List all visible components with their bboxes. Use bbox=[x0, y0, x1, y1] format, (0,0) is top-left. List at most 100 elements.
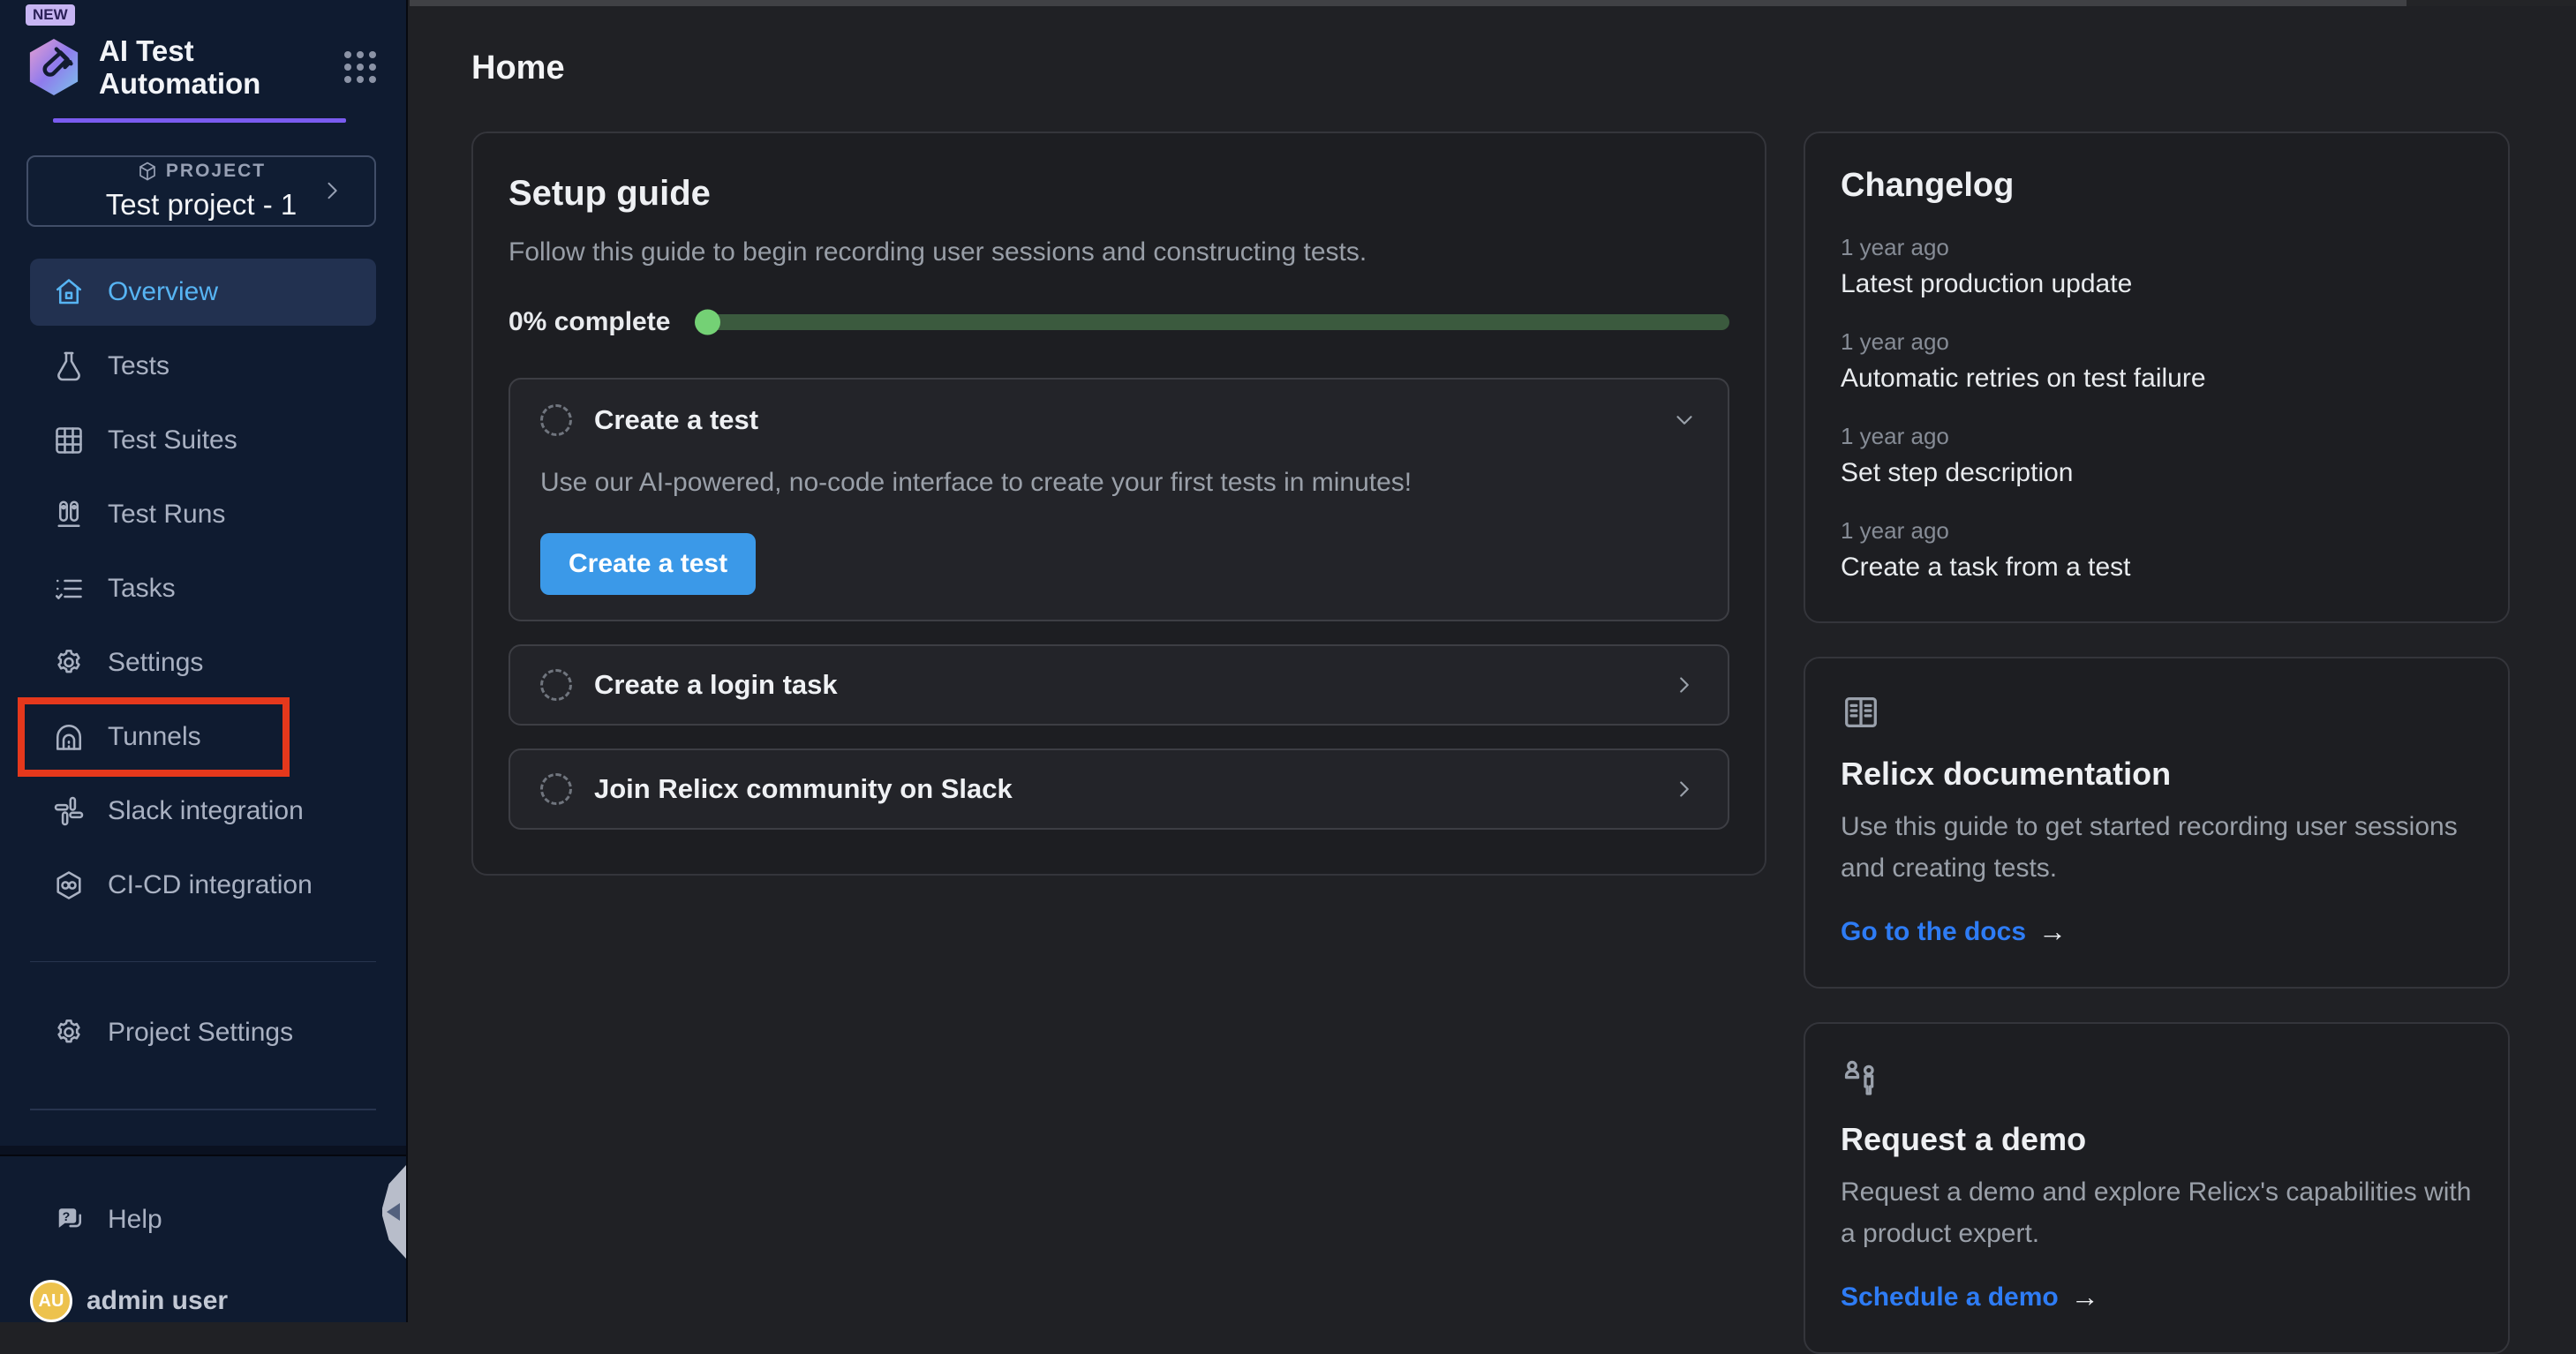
arrow-right-icon: → bbox=[2038, 915, 2067, 948]
checklist-icon bbox=[53, 573, 85, 605]
gear-icon bbox=[53, 647, 85, 679]
sidebar-item-cicd-integration[interactable]: CI-CD integration bbox=[30, 852, 376, 919]
changelog-card: Changelog 1 year ago Latest production u… bbox=[1804, 132, 2510, 623]
chevron-right-icon bbox=[320, 178, 344, 203]
changelog-entry: 1 year ago Create a task from a test bbox=[1841, 517, 2473, 583]
sidebar-item-label: Tasks bbox=[108, 574, 176, 604]
changelog-entry-title: Create a task from a test bbox=[1841, 553, 2473, 583]
chevron-right-icon[interactable] bbox=[1671, 672, 1698, 698]
sidebar-item-label: Settings bbox=[108, 648, 203, 678]
home-icon bbox=[53, 276, 85, 308]
project-selector[interactable]: PROJECT Test project - 1 bbox=[26, 155, 376, 227]
changelog-title: Changelog bbox=[1841, 167, 2473, 205]
tunnel-icon bbox=[53, 721, 85, 753]
go-to-the-docs-link[interactable]: Go to the docs → bbox=[1841, 915, 2473, 948]
brand-header: NEW bbox=[0, 0, 406, 123]
gear-icon bbox=[53, 1017, 85, 1049]
user-name: admin user bbox=[87, 1286, 228, 1316]
step-header[interactable]: Create a test bbox=[540, 404, 1698, 436]
sidebar-item-slack-integration[interactable]: Slack integration bbox=[30, 778, 376, 845]
progress-bar bbox=[697, 314, 1729, 330]
sidebar-item-label: Test Suites bbox=[108, 425, 237, 455]
incomplete-step-icon bbox=[540, 669, 572, 701]
avatar: AU bbox=[30, 1280, 72, 1322]
sidebar-item-label: Test Runs bbox=[108, 500, 225, 530]
progress-label: 0% complete bbox=[508, 307, 670, 337]
changelog-entry: 1 year ago Automatic retries on test fai… bbox=[1841, 328, 2473, 394]
progress-dot bbox=[695, 310, 720, 335]
changelog-time: 1 year ago bbox=[1841, 517, 2473, 545]
user-menu[interactable]: AU admin user bbox=[0, 1280, 406, 1322]
brand-accent-bar bbox=[53, 118, 346, 123]
sidebar-item-label: Project Settings bbox=[108, 1018, 293, 1048]
setup-guide-title: Setup guide bbox=[508, 174, 1729, 214]
sidebar-item-label: Overview bbox=[108, 277, 218, 307]
step-title: Create a test bbox=[594, 404, 1649, 436]
chevron-down-icon[interactable] bbox=[1671, 407, 1698, 433]
chevron-right-icon[interactable] bbox=[1671, 776, 1698, 802]
changelog-entry: 1 year ago Set step description bbox=[1841, 423, 2473, 488]
changelog-entry-title: Set step description bbox=[1841, 458, 2473, 488]
schedule-a-demo-link[interactable]: Schedule a demo → bbox=[1841, 1281, 2473, 1313]
scrollbar-thumb[interactable] bbox=[410, 0, 2407, 6]
sidebar-item-label: Slack integration bbox=[108, 796, 304, 826]
help-chat-icon: ? bbox=[53, 1204, 85, 1236]
sidebar-item-settings[interactable]: Settings bbox=[30, 629, 376, 696]
sidebar-item-overview[interactable]: Overview bbox=[30, 259, 376, 326]
sidebar-item-label: Tests bbox=[108, 351, 169, 381]
svg-text:?: ? bbox=[63, 1210, 71, 1224]
project-name: Test project - 1 bbox=[106, 188, 297, 222]
create-a-test-button[interactable]: Create a test bbox=[540, 533, 756, 595]
page-title: Home bbox=[471, 49, 2510, 87]
request-demo-description: Request a demo and explore Relicx's capa… bbox=[1841, 1172, 2473, 1254]
sidebar-divider bbox=[30, 1109, 376, 1110]
slack-icon bbox=[53, 795, 85, 827]
app-title: AI Test Automation bbox=[99, 34, 311, 100]
sidebar-item-tests[interactable]: Tests bbox=[30, 333, 376, 400]
open-book-icon bbox=[1841, 692, 2473, 733]
arrow-right-icon: → bbox=[2071, 1281, 2099, 1313]
sidebar-item-test-runs[interactable]: Test Runs bbox=[30, 481, 376, 548]
hexagon-infinity-icon bbox=[53, 869, 85, 901]
sidebar-item-project-settings[interactable]: Project Settings bbox=[30, 999, 376, 1066]
setup-progress: 0% complete bbox=[508, 307, 1729, 337]
cube-icon bbox=[137, 161, 158, 182]
sidebar-divider bbox=[30, 961, 376, 963]
setup-step-create-a-login-task[interactable]: Create a login task bbox=[508, 644, 1729, 726]
table-grid-icon bbox=[53, 425, 85, 456]
sidebar-item-test-suites[interactable]: Test Suites bbox=[30, 407, 376, 474]
main-content: Home Setup guide Follow this guide to be… bbox=[410, 0, 2576, 1322]
request-demo-title: Request a demo bbox=[1841, 1121, 2473, 1158]
new-badge: NEW bbox=[26, 4, 75, 26]
setup-step-join-relicx-community[interactable]: Join Relicx community on Slack bbox=[508, 748, 1729, 830]
project-label: PROJECT bbox=[166, 161, 266, 182]
changelog-entry-title: Latest production update bbox=[1841, 269, 2473, 299]
sidebar-item-tunnels[interactable]: Tunnels bbox=[30, 703, 376, 771]
link-label[interactable]: Schedule a demo bbox=[1841, 1283, 2059, 1313]
help-button[interactable]: ? Help bbox=[30, 1186, 376, 1253]
step-title: Join Relicx community on Slack bbox=[594, 773, 1649, 805]
grid-9-dots-icon[interactable] bbox=[344, 51, 376, 83]
help-section: ? Help bbox=[0, 1186, 406, 1260]
right-column: Changelog 1 year ago Latest production u… bbox=[1804, 132, 2510, 1354]
changelog-time: 1 year ago bbox=[1841, 234, 2473, 261]
sidebar-section-separator bbox=[0, 1146, 406, 1156]
setup-guide-card: Setup guide Follow this guide to begin r… bbox=[471, 132, 1766, 876]
setup-step-create-a-test: Create a test Use our AI-powered, no-cod… bbox=[508, 378, 1729, 621]
link-label[interactable]: Go to the docs bbox=[1841, 917, 2026, 947]
changelog-entry: 1 year ago Latest production update bbox=[1841, 234, 2473, 299]
two-people-icon bbox=[1841, 1057, 2473, 1098]
documentation-description: Use this guide to get started recording … bbox=[1841, 807, 2473, 889]
incomplete-step-icon bbox=[540, 404, 572, 436]
scrollbar-track bbox=[410, 0, 2576, 6]
incomplete-step-icon bbox=[540, 773, 572, 805]
app-logo-icon bbox=[26, 37, 81, 97]
documentation-title: Relicx documentation bbox=[1841, 756, 2473, 793]
sidebar-item-tasks[interactable]: Tasks bbox=[30, 555, 376, 622]
sidebar-item-label: Tunnels bbox=[108, 722, 201, 752]
changelog-time: 1 year ago bbox=[1841, 328, 2473, 356]
step-description: Use our AI-powered, no-code interface to… bbox=[540, 468, 1698, 498]
sidebar: NEW bbox=[0, 0, 408, 1322]
step-title: Create a login task bbox=[594, 669, 1649, 701]
changelog-entry-title: Automatic retries on test failure bbox=[1841, 364, 2473, 394]
